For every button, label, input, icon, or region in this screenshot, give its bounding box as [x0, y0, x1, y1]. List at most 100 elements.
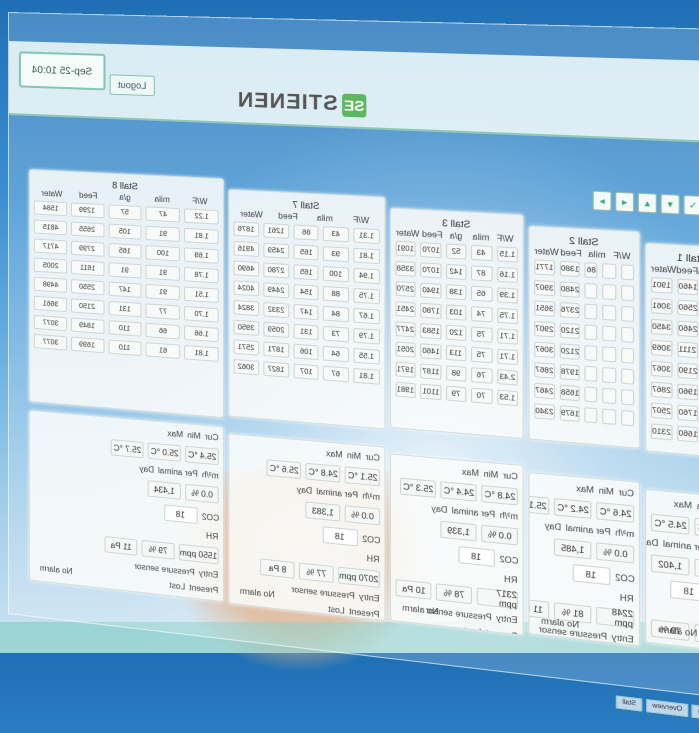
climate-value-field[interactable]: 18 [572, 564, 610, 585]
climate-value-field[interactable]: 18 [164, 504, 197, 524]
cell-value: 2550 [80, 283, 96, 291]
cell-value: 1.55 [359, 352, 374, 360]
cell-value: 87 [477, 269, 486, 277]
cell-value: 3358 [397, 265, 414, 273]
cell-value: 2570 [397, 285, 414, 294]
cell-value: 2655 [80, 226, 96, 234]
climate-label: Day [645, 537, 658, 549]
cell-value: 1070 [422, 266, 440, 275]
table-cell: 43 [323, 226, 349, 242]
climate-value: 25.1 °C [348, 470, 378, 482]
climate-value-field: 0.0 % [481, 525, 518, 546]
climate-label: Per animal [565, 523, 610, 537]
cell-value: 1101 [422, 388, 439, 397]
cell-value: 1261 [268, 227, 285, 235]
stall-grid: 1584129957471.2248152655105911.814717279… [34, 200, 219, 362]
climate-value-field: 28080 [185, 598, 219, 602]
table-cell: 2451 [396, 301, 417, 317]
cell-value: 154 [300, 288, 313, 296]
climate-label: m³/h [202, 470, 219, 481]
cell-value: 142 [450, 268, 463, 276]
cell-value: 70 [477, 392, 486, 400]
table-cell: 1780 [421, 303, 442, 319]
cell-value: 3651 [535, 304, 553, 313]
cell-value: 3450 [652, 323, 671, 332]
table-cell: 131 [108, 301, 142, 318]
table-cell [603, 367, 616, 383]
bottom-tab[interactable]: Stall [616, 695, 642, 711]
cell-value: 1.78 [194, 271, 208, 279]
table-cell: 2867 [651, 382, 672, 399]
climate-label: Present [486, 628, 518, 635]
table-cell: 98 [446, 365, 467, 382]
climate-value: 25.1 °C [528, 498, 546, 511]
table-cell: 3661 [34, 296, 67, 312]
climate-value-field: 24.4 °C [440, 481, 476, 501]
table-cell: 2907 [534, 321, 554, 338]
table-cell: 1660 [677, 425, 698, 442]
stall-panel: Stall 7WaterFeedmilaW/F1876126186431.314… [228, 189, 385, 430]
cell-value: 3950 [238, 324, 255, 332]
cell-value: 3661 [42, 300, 58, 308]
table-cell: 1876 [234, 221, 259, 237]
cell-value: 2310 [652, 427, 671, 436]
table-cell: 88 [323, 286, 349, 302]
table-cell: 3450 [651, 319, 672, 336]
table-cell: 3950 [234, 320, 259, 336]
table-cell: 1.70 [184, 306, 218, 323]
cell-value: 79 [452, 390, 461, 398]
table-cell: 1611 [71, 260, 104, 276]
cell-value: 43 [332, 230, 341, 238]
cell-value: 1771 [535, 263, 553, 272]
climate-row: DayPer animalm³/h [651, 538, 699, 556]
climate-label: Max [462, 467, 479, 478]
cell-value: 2799 [80, 245, 96, 253]
table-cell: 1.51 [184, 286, 218, 303]
table-cell: 1.94 [354, 268, 380, 284]
table-cell: 138 [446, 284, 467, 300]
cell-value: 67 [332, 370, 341, 378]
climate-label: m³/h [615, 528, 634, 540]
cell-value: 1.94 [359, 272, 374, 280]
table-cell: 142 [446, 264, 467, 280]
climate-value-field[interactable]: 18 [458, 546, 494, 567]
column-header: Water [234, 209, 270, 220]
table-cell: 1827 [263, 361, 289, 378]
climate-value: 8 Pa [269, 563, 287, 574]
table-cell: 1101 [421, 384, 442, 401]
climate-label: Pressure sensor [291, 585, 354, 601]
table-cell [603, 305, 616, 321]
table-cell [585, 366, 598, 382]
table-cell: 1299 [71, 202, 104, 218]
table-cell: 2310 [651, 423, 672, 440]
climate-label: Day [431, 504, 447, 515]
climate-value-field: 0.0 % [345, 505, 380, 525]
climate-row: 18CO2 [651, 578, 699, 604]
cell-value: 2.43 [500, 373, 516, 382]
climate-value: 2317 ppm [478, 587, 517, 611]
climate-value: 25.3 °C [403, 482, 433, 494]
climate-value-field: 25.3 °C [400, 478, 436, 498]
climate-value: 18 [335, 531, 345, 541]
table-cell [585, 324, 598, 340]
cell-value: 66 [159, 327, 167, 335]
cell-value: 1.31 [359, 232, 374, 240]
cell-value: 165 [300, 248, 313, 256]
climate-value-field: 24.8 °C [305, 463, 340, 483]
logout-button[interactable]: Logout [110, 74, 155, 96]
stall-grid: 1771138086390724803651237629072120306721… [534, 259, 634, 426]
table-cell: 1871 [263, 341, 289, 357]
cell-value: 1760 [678, 408, 697, 417]
climate-value: 78 % [444, 588, 465, 600]
climate-value-field: 1,339 [440, 521, 476, 542]
climate-value: 0.0 % [488, 529, 512, 541]
climate-value-field[interactable]: 18 [670, 580, 699, 602]
table-cell: 1.22 [184, 208, 218, 224]
bottom-tab[interactable]: Overview [646, 699, 688, 717]
table-cell: 1.67 [354, 308, 380, 325]
stall-grid: 1876126186431.3149162459165931.814690278… [234, 221, 380, 385]
climate-value-field[interactable]: 18 [322, 526, 357, 546]
cell-value: 1070 [422, 246, 440, 254]
bottom-tab[interactable]: Alarm [692, 704, 699, 721]
cell-value: 1971 [397, 365, 414, 374]
